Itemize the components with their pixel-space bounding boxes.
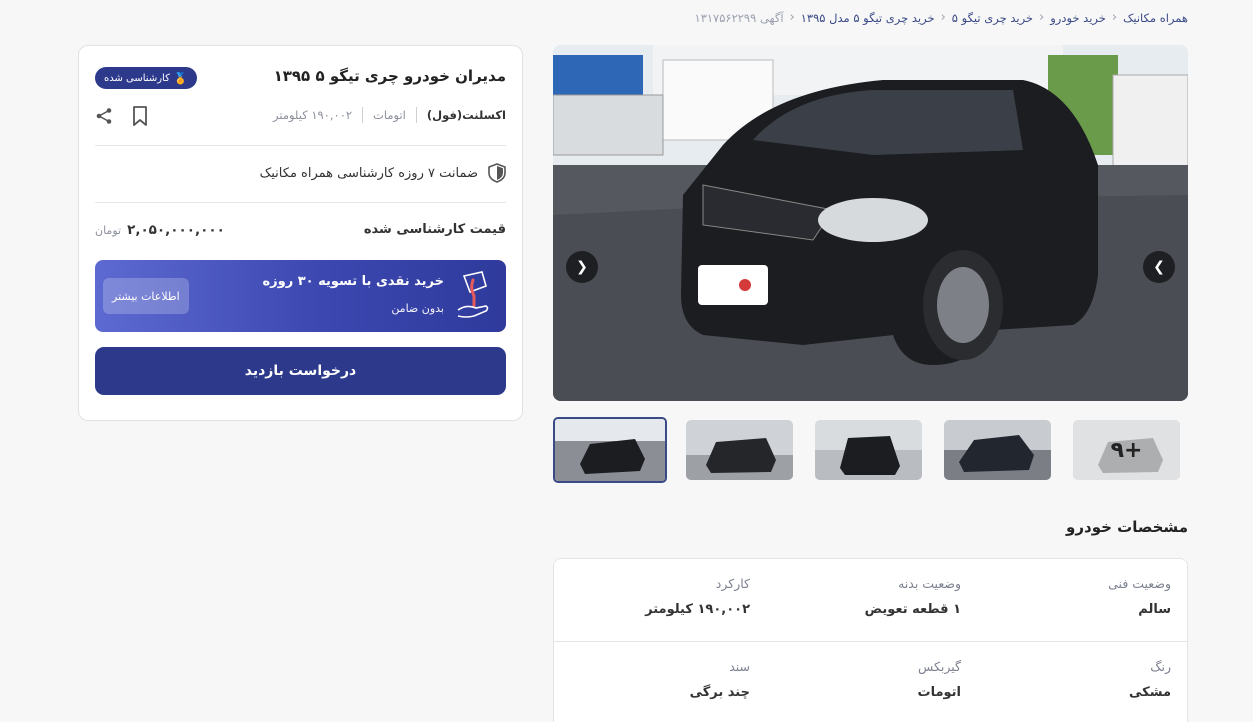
spec-label: سند bbox=[729, 659, 750, 674]
breadcrumb-ad-id: آگهی ۱۳۱۷۵۶۲۲۹۹ bbox=[694, 10, 784, 25]
cash-subtitle: بدون ضامن bbox=[391, 302, 444, 315]
breadcrumb-home[interactable]: همراه مکانیک bbox=[1123, 11, 1188, 25]
divider bbox=[95, 145, 506, 146]
spec-color: رنگ مشکی bbox=[981, 659, 1171, 700]
badge-label: کارشناسی شده bbox=[104, 72, 170, 84]
specs-title: مشخصات خودرو bbox=[1066, 518, 1188, 536]
medal-icon: 🏅 bbox=[173, 71, 188, 85]
thumbnail-2[interactable] bbox=[686, 420, 793, 480]
spec-label: گیربکس bbox=[918, 659, 961, 674]
chevron-right-icon: ❯ bbox=[1153, 259, 1165, 275]
cash-purchase-box: خرید نقدی با تسویه ۳۰ روزه بدون ضامن اطل… bbox=[95, 260, 506, 332]
price-currency: تومان bbox=[95, 224, 122, 237]
main-car-photo[interactable]: ❮ ❯ bbox=[553, 45, 1188, 401]
thumbnail-more[interactable]: +۹ bbox=[1073, 420, 1180, 480]
breadcrumb-buy-car[interactable]: خرید خودرو bbox=[1050, 11, 1106, 25]
more-photos-count: +۹ bbox=[1073, 420, 1180, 480]
spec-value: ۱ قطعه تعویض bbox=[864, 602, 961, 617]
breadcrumb-buy-tiggo5[interactable]: خرید چری تیگو ۵ bbox=[952, 11, 1033, 25]
next-photo-button[interactable]: ❯ bbox=[1143, 251, 1175, 283]
divider bbox=[95, 202, 506, 203]
thumbnail-strip: +۹ bbox=[553, 417, 1188, 483]
listing-title: مدیران خودرو چری تیگو ۵ ۱۳۹۵ bbox=[273, 67, 506, 85]
spec-value: مشکی bbox=[1129, 685, 1171, 700]
guarantee-text: ضمانت ۷ روزه کارشناسی همراه مکانیک bbox=[259, 165, 478, 181]
thumbnail-image bbox=[686, 420, 793, 480]
spec-body-condition: وضعیت بدنه ۱ قطعه تعویض bbox=[771, 576, 961, 617]
spec-gearbox: گیربکس اتومات bbox=[771, 659, 961, 700]
price-label: قیمت کارشناسی شده bbox=[363, 222, 506, 237]
breadcrumb-buy-tiggo5-model[interactable]: خرید چری تیگو ۵ مدل ۱۳۹۵ bbox=[801, 11, 935, 25]
trim-label: اکسلنت(فول) bbox=[426, 108, 506, 122]
breadcrumb: همراه مکانیک ‹ خرید خودرو ‹ خرید چری تیگ… bbox=[695, 10, 1188, 25]
bookmark-button[interactable] bbox=[129, 105, 151, 127]
spec-technical-condition: وضعیت فنی سالم bbox=[981, 576, 1171, 617]
inspected-badge: 🏅 کارشناسی شده bbox=[95, 67, 197, 89]
request-visit-button[interactable]: درخواست بازدید bbox=[95, 347, 506, 395]
guarantee-row: ضمانت ۷ روزه کارشناسی همراه مکانیک bbox=[260, 163, 506, 183]
thumbnail-image bbox=[944, 420, 1051, 480]
car-photo-illustration bbox=[553, 45, 1188, 401]
bookmark-icon bbox=[133, 106, 147, 126]
share-button[interactable] bbox=[93, 105, 115, 127]
spec-label: رنگ bbox=[1150, 659, 1171, 674]
meta-divider bbox=[362, 107, 364, 123]
prev-photo-button[interactable]: ❮ bbox=[566, 251, 598, 283]
shield-icon bbox=[488, 163, 506, 183]
share-icon bbox=[96, 108, 112, 124]
price-amount: ۲,۰۵۰,۰۰۰,۰۰۰ bbox=[127, 222, 225, 238]
meta-divider bbox=[415, 107, 417, 123]
chevron-left-icon: ❮ bbox=[576, 259, 588, 275]
spec-value: اتومات bbox=[917, 685, 961, 700]
thumbnail-1[interactable] bbox=[553, 417, 667, 483]
thumbnail-3[interactable] bbox=[815, 420, 922, 480]
more-info-button[interactable]: اطلاعات بیشتر bbox=[103, 278, 189, 314]
price: تومان ۲,۰۵۰,۰۰۰,۰۰۰ bbox=[95, 222, 225, 238]
spec-value: ۱۹۰,۰۰۲ کیلومتر bbox=[645, 602, 750, 617]
gearbox-label: اتومات bbox=[373, 108, 406, 122]
spec-document: سند چند برگی bbox=[560, 659, 750, 700]
listing-meta: اکسلنت(فول) اتومات ۱۹۰,۰۰۲ کیلومتر bbox=[273, 107, 506, 123]
spec-value: سالم bbox=[1138, 602, 1171, 617]
chevron-left-icon: ‹ bbox=[940, 10, 946, 25]
chevron-left-icon: ‹ bbox=[1111, 10, 1118, 25]
spec-label: وضعیت فنی bbox=[1108, 576, 1171, 591]
spec-value: چند برگی bbox=[689, 685, 750, 700]
spec-label: وضعیت بدنه bbox=[898, 576, 961, 591]
specs-row: رنگ مشکی گیربکس اتومات سند چند برگی bbox=[554, 641, 1187, 722]
specs-row: وضعیت فنی سالم وضعیت بدنه ۱ قطعه تعویض ک… bbox=[554, 559, 1187, 641]
listing-card: مدیران خودرو چری تیگو ۵ ۱۳۹۵ 🏅 کارشناسی … bbox=[78, 45, 523, 421]
spec-label: کارکرد bbox=[715, 576, 750, 591]
hand-money-icon bbox=[457, 271, 489, 318]
spec-mileage: کارکرد ۱۹۰,۰۰۲ کیلومتر bbox=[560, 576, 750, 617]
cash-title: خرید نقدی با تسویه ۳۰ روزه bbox=[262, 274, 444, 289]
thumbnail-image bbox=[815, 420, 922, 480]
specs-table: وضعیت فنی سالم وضعیت بدنه ۱ قطعه تعویض ک… bbox=[553, 558, 1188, 722]
thumbnail-image bbox=[555, 419, 665, 481]
chevron-left-icon: ‹ bbox=[789, 10, 795, 25]
mileage-label: ۱۹۰,۰۰۲ کیلومتر bbox=[273, 108, 353, 122]
thumbnail-4[interactable] bbox=[944, 420, 1051, 480]
chevron-left-icon: ‹ bbox=[1039, 10, 1045, 25]
